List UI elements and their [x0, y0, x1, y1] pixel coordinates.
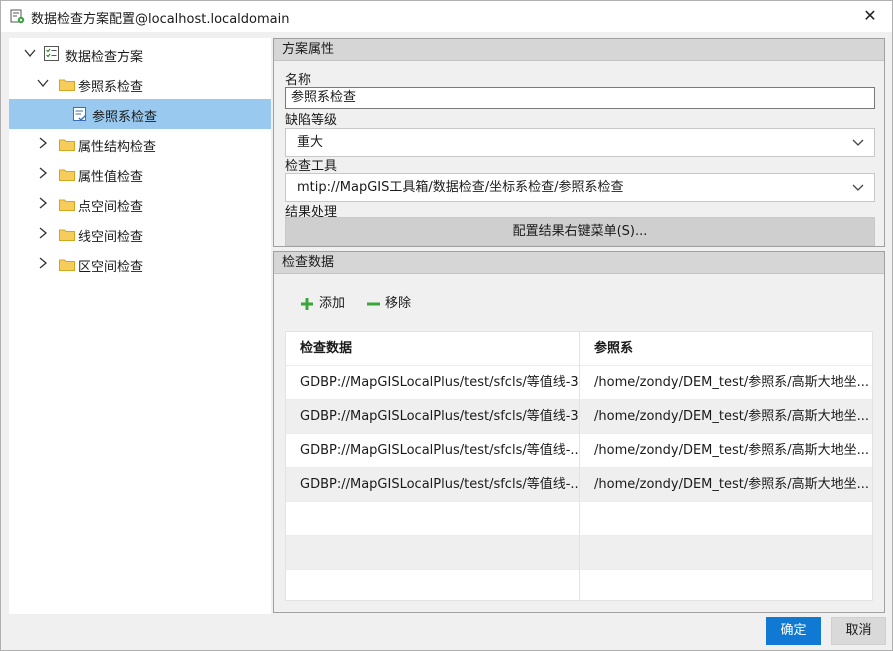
severity-label: 缺陷等级: [285, 113, 338, 128]
tree-item-group[interactable]: 点空间检查: [9, 189, 271, 219]
folder-icon: [59, 229, 75, 241]
table-cell[interactable]: GDBP://MapGISLocalPlus/test/sfcls/等值线-..…: [286, 468, 580, 502]
table-cell[interactable]: GDBP://MapGISLocalPlus/test/sfcls/等值线-38: [286, 400, 580, 434]
chevron-right-icon[interactable]: [37, 227, 49, 239]
scheme-properties-panel: 方案属性 名称 参照系检查 缺陷等级 重大 检查工具 mtip://MapGIS…: [273, 38, 885, 247]
checklist-icon: [44, 46, 59, 61]
table-cell[interactable]: GDBP://MapGISLocalPlus/test/sfcls/等值线-36: [286, 366, 580, 400]
chevron-down-icon[interactable]: [24, 47, 36, 59]
add-label: 添加: [319, 296, 346, 311]
check-data-table[interactable]: 检查数据 参照系 GDBP://MapGISLocalPlus/test/sfc…: [285, 331, 873, 601]
settings-doc-icon: [10, 9, 25, 24]
tree-group-label: 参照系检查: [78, 80, 144, 95]
column-header-check-data[interactable]: 检查数据: [286, 332, 580, 366]
window-title: 数据检查方案配置@localhost.localdomain: [31, 12, 290, 27]
table-cell[interactable]: /home/zondy/DEM_test/参照系/高斯大地坐...: [580, 400, 872, 434]
remove-button[interactable]: 移除: [367, 294, 417, 314]
tree-item-group[interactable]: 属性结构检查: [9, 129, 271, 159]
empty-table-row: [286, 536, 872, 570]
chevron-right-icon[interactable]: [37, 257, 49, 269]
tree-group-label: 点空间检查: [78, 200, 144, 215]
table-cell[interactable]: GDBP://MapGISLocalPlus/test/sfcls/等值线-..…: [286, 434, 580, 468]
tree-item-root[interactable]: 数据检查方案: [9, 39, 271, 69]
check-data-panel: 检查数据 添加 移除 检查数据 参照系 GDBP://MapGISLocalPl…: [273, 251, 885, 613]
chevron-down-icon: [852, 139, 864, 146]
dialog-window: 数据检查方案配置@localhost.localdomain ✕ 数据检查方案 …: [0, 0, 893, 651]
tree-item-group[interactable]: 参照系检查: [9, 69, 271, 99]
folder-icon: [59, 199, 75, 211]
chevron-down-icon[interactable]: [37, 77, 49, 89]
table-header: 检查数据 参照系: [286, 332, 872, 366]
close-button[interactable]: ✕: [860, 6, 880, 26]
severity-value: 重大: [297, 135, 324, 150]
check-rule-icon: [73, 107, 87, 121]
configure-context-menu-button[interactable]: 配置结果右键菜单(S)...: [285, 217, 875, 246]
tool-value: mtip://MapGIS工具箱/数据检查/坐标系检查/参照系检查: [297, 180, 624, 195]
name-label: 名称: [285, 73, 312, 88]
chevron-down-icon: [852, 184, 864, 191]
add-button[interactable]: 添加: [301, 294, 351, 314]
folder-icon: [59, 79, 75, 91]
empty-cell: [580, 536, 872, 570]
cancel-button[interactable]: 取消: [831, 617, 886, 645]
chevron-right-icon[interactable]: [37, 137, 49, 149]
minus-icon: [367, 302, 380, 306]
tree-item-selected[interactable]: 参照系检查: [9, 99, 271, 129]
empty-cell: [580, 570, 872, 600]
table-row[interactable]: GDBP://MapGISLocalPlus/test/sfcls/等值线-38…: [286, 400, 872, 434]
name-input[interactable]: 参照系检查: [285, 87, 875, 109]
folder-icon: [59, 169, 75, 181]
tree-item-group[interactable]: 线空间检查: [9, 219, 271, 249]
plus-icon: [301, 298, 313, 310]
folder-icon: [59, 139, 75, 151]
table-cell[interactable]: /home/zondy/DEM_test/参照系/高斯大地坐...: [580, 468, 872, 502]
empty-cell: [286, 536, 580, 570]
tree-item-group[interactable]: 属性值检查: [9, 159, 271, 189]
empty-cell: [286, 502, 580, 536]
tree-item-group[interactable]: 区空间检查: [9, 249, 271, 279]
tree-group-label: 区空间检查: [78, 260, 144, 275]
panel-header: 方案属性: [274, 39, 884, 61]
column-header-reference[interactable]: 参照系: [580, 332, 872, 366]
table-cell[interactable]: /home/zondy/DEM_test/参照系/高斯大地坐...: [580, 366, 872, 400]
tree-root-label: 数据检查方案: [65, 50, 144, 65]
table-cell[interactable]: /home/zondy/DEM_test/参照系/高斯大地坐...: [580, 434, 872, 468]
tree-group-label: 线空间检查: [78, 230, 144, 245]
title-bar: 数据检查方案配置@localhost.localdomain ✕: [1, 1, 892, 32]
tool-select[interactable]: mtip://MapGIS工具箱/数据检查/坐标系检查/参照系检查: [285, 173, 875, 202]
tree-group-label: 属性结构检查: [78, 140, 157, 155]
table-row[interactable]: GDBP://MapGISLocalPlus/test/sfcls/等值线-..…: [286, 468, 872, 502]
table-row[interactable]: GDBP://MapGISLocalPlus/test/sfcls/等值线-36…: [286, 366, 872, 400]
folder-icon: [59, 259, 75, 271]
chevron-right-icon[interactable]: [37, 167, 49, 179]
table-row[interactable]: GDBP://MapGISLocalPlus/test/sfcls/等值线-..…: [286, 434, 872, 468]
chevron-right-icon[interactable]: [37, 197, 49, 209]
tree-group-label: 属性值检查: [78, 170, 144, 185]
scheme-tree[interactable]: 数据检查方案 参照系检查 参照系检查 属性结构检查 属性值检查 点空间检查 线空…: [9, 38, 271, 614]
panel-header: 检查数据: [274, 252, 884, 274]
tool-label: 检查工具: [285, 159, 338, 174]
empty-table-row: [286, 570, 872, 600]
empty-table-row: [286, 502, 872, 536]
empty-cell: [580, 502, 872, 536]
remove-label: 移除: [385, 296, 412, 311]
empty-cell: [286, 570, 580, 600]
severity-select[interactable]: 重大: [285, 128, 875, 157]
ok-button[interactable]: 确定: [766, 617, 821, 645]
tree-leaf-label: 参照系检查: [92, 110, 158, 125]
